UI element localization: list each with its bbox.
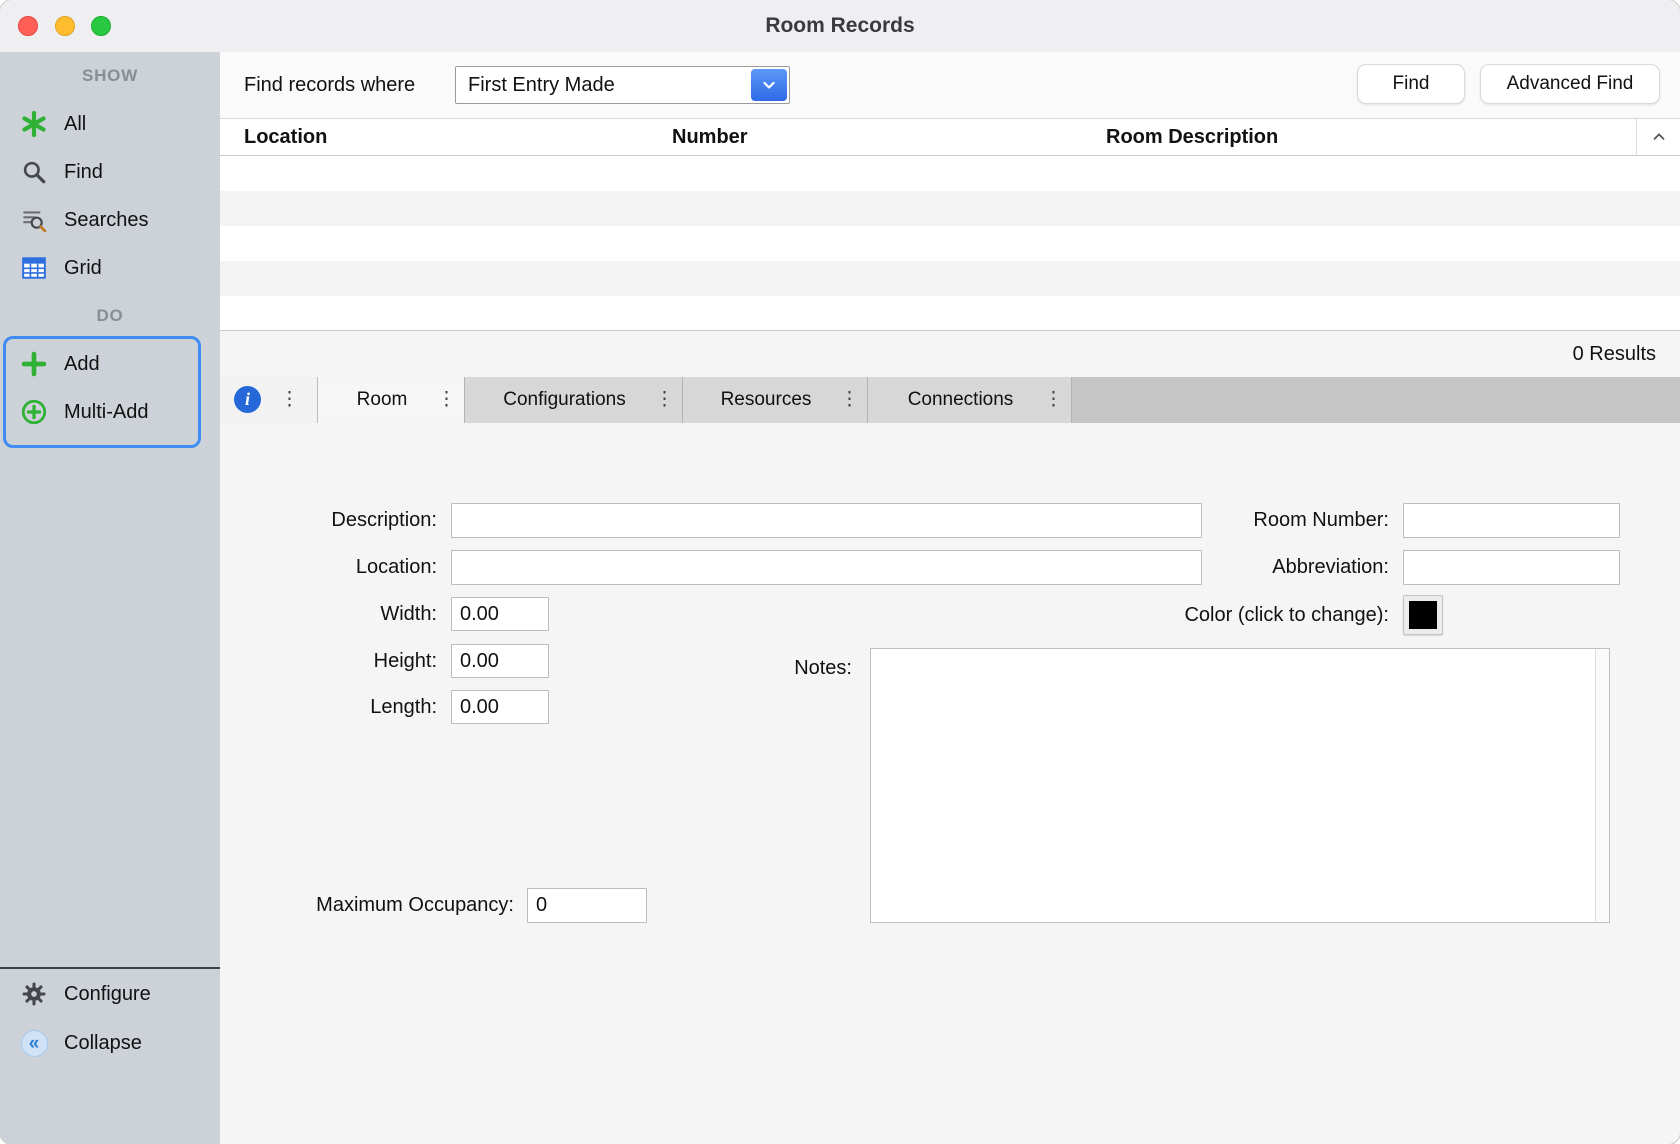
- length-label: Length:: [244, 690, 437, 725]
- column-header-number[interactable]: Number: [672, 119, 748, 155]
- sidebar-item-grid[interactable]: Grid: [0, 244, 220, 292]
- plus-circle-icon: [18, 398, 50, 426]
- find-records-dropdown[interactable]: First Entry Made: [455, 66, 790, 104]
- saved-search-icon: [18, 207, 50, 233]
- tab-bar: i ⋮ Room ⋮ Configurations ⋮ Resources ⋮ …: [220, 377, 1680, 423]
- dots-menu-icon[interactable]: ⋮: [1044, 377, 1063, 423]
- room-number-label: Room Number:: [1089, 503, 1389, 538]
- sidebar-item-label: Configure: [64, 983, 151, 1006]
- description-label: Description:: [244, 503, 437, 538]
- color-picker-button[interactable]: [1403, 595, 1443, 635]
- sidebar-item-label: Add: [64, 353, 100, 376]
- sidebar-item-label: Multi-Add: [64, 401, 148, 424]
- chevron-down-icon[interactable]: [751, 69, 787, 101]
- tab-label: Configurations: [503, 389, 626, 411]
- minimize-button[interactable]: [55, 16, 75, 36]
- zoom-button[interactable]: [91, 16, 111, 36]
- tab-room[interactable]: Room ⋮: [318, 377, 465, 423]
- advanced-find-button[interactable]: Advanced Find: [1480, 64, 1660, 104]
- tab-info-segment: i ⋮: [220, 377, 318, 423]
- table-row: [220, 156, 1680, 191]
- results-count: 0 Results: [1573, 332, 1656, 377]
- collapse-circle-icon: «: [18, 1030, 50, 1057]
- gear-icon: [18, 981, 50, 1007]
- maximum-occupancy-label: Maximum Occupancy:: [244, 888, 514, 923]
- sidebar-item-all[interactable]: All: [0, 100, 220, 148]
- tab-resources[interactable]: Resources ⋮: [683, 377, 868, 423]
- table-row: [220, 296, 1680, 331]
- height-input[interactable]: [451, 644, 549, 678]
- magnifier-icon: [18, 159, 50, 185]
- tab-label: Room: [357, 389, 408, 411]
- info-icon[interactable]: i: [234, 386, 261, 413]
- sort-ascending-icon[interactable]: [1636, 119, 1680, 155]
- color-swatch: [1409, 601, 1437, 629]
- tab-configurations[interactable]: Configurations ⋮: [465, 377, 683, 423]
- sidebar-item-find[interactable]: Find: [0, 148, 220, 196]
- sidebar-item-searches[interactable]: Searches: [0, 196, 220, 244]
- column-header-room-description[interactable]: Room Description: [1106, 119, 1278, 155]
- results-strip: 0 Results: [220, 332, 1680, 377]
- sidebar: SHOW All Find Searches Grid DO: [0, 52, 220, 1144]
- notes-label: Notes:: [652, 651, 852, 686]
- table-row: [220, 191, 1680, 226]
- room-form: Description: Room Number: Location: Abbr…: [220, 423, 1680, 1144]
- sidebar-section-show: SHOW: [0, 62, 220, 90]
- room-records-window: Room Records SHOW All Find Searches: [0, 0, 1680, 1144]
- sidebar-section-do: DO: [0, 302, 220, 330]
- asterisk-icon: [18, 110, 50, 138]
- sidebar-item-label: Searches: [64, 209, 149, 232]
- abbreviation-input[interactable]: [1403, 550, 1620, 585]
- maximum-occupancy-input[interactable]: [527, 888, 647, 923]
- sidebar-divider: [0, 967, 220, 969]
- tab-label: Resources: [721, 389, 812, 411]
- dots-menu-icon[interactable]: ⋮: [437, 377, 456, 423]
- column-header-location[interactable]: Location: [244, 119, 327, 155]
- sidebar-item-multi-add[interactable]: Multi-Add: [0, 388, 220, 436]
- width-input[interactable]: [451, 597, 549, 631]
- close-button[interactable]: [18, 16, 38, 36]
- dots-menu-icon[interactable]: ⋮: [840, 377, 859, 423]
- notes-field-frame: [870, 648, 1610, 923]
- notes-textarea[interactable]: [871, 649, 1595, 922]
- sidebar-item-label: Find: [64, 161, 103, 184]
- room-number-input[interactable]: [1403, 503, 1620, 538]
- sidebar-item-label: All: [64, 113, 86, 136]
- results-table-body: [220, 156, 1680, 331]
- dropdown-selected-value: First Entry Made: [468, 67, 615, 103]
- color-label: Color (click to change):: [1089, 598, 1389, 633]
- sidebar-item-label: Grid: [64, 257, 102, 280]
- table-row: [220, 261, 1680, 296]
- find-records-where-label: Find records where: [244, 52, 415, 118]
- tab-connections[interactable]: Connections ⋮: [868, 377, 1072, 423]
- height-label: Height:: [244, 644, 437, 679]
- abbreviation-label: Abbreviation:: [1089, 550, 1389, 585]
- tab-label: Connections: [908, 389, 1014, 411]
- notes-scrollbar[interactable]: [1595, 649, 1609, 922]
- find-button[interactable]: Find: [1357, 64, 1465, 104]
- dots-menu-icon[interactable]: ⋮: [280, 377, 299, 423]
- sidebar-item-label: Collapse: [64, 1032, 142, 1055]
- tab-bar-filler: [1072, 377, 1680, 423]
- titlebar: Room Records: [0, 0, 1680, 52]
- sidebar-item-collapse[interactable]: « Collapse: [0, 1019, 220, 1067]
- window-title: Room Records: [0, 0, 1680, 52]
- sidebar-item-configure[interactable]: Configure: [0, 970, 220, 1018]
- width-label: Width:: [244, 597, 437, 632]
- sidebar-item-add[interactable]: Add: [0, 340, 220, 388]
- grid-icon: [18, 255, 50, 281]
- length-input[interactable]: [451, 690, 549, 724]
- dots-menu-icon[interactable]: ⋮: [655, 377, 674, 423]
- table-row: [220, 226, 1680, 261]
- plus-icon: [18, 350, 50, 378]
- find-bar: Find records where First Entry Made Find…: [220, 52, 1680, 118]
- results-table-header: Location Number Room Description: [220, 118, 1680, 156]
- location-label: Location:: [244, 550, 437, 585]
